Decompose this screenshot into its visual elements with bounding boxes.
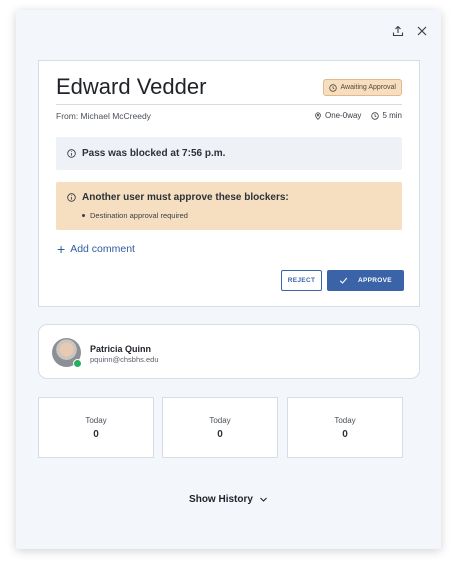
checkmark-icon (339, 277, 348, 284)
stat-card: Today 0 (162, 397, 278, 458)
clock-icon (371, 111, 380, 120)
blocker-label: Destination approval required (90, 211, 188, 220)
plus-icon: + (57, 241, 66, 257)
panel-actions (391, 24, 429, 38)
blocker-list-item: Destination approval required (82, 211, 188, 220)
share-icon[interactable] (391, 24, 405, 38)
add-comment-label: Add comment (70, 243, 135, 255)
online-status-indicator (73, 359, 82, 368)
approval-title: Another user must approve these blockers… (82, 192, 289, 203)
profile-email: pquinn@chsbhs.edu (90, 355, 159, 364)
pass-duration: 5 min (382, 111, 402, 120)
info-icon (67, 149, 76, 158)
student-name: Edward Vedder (56, 74, 207, 99)
bullet (82, 214, 85, 217)
stat-card: Today 0 (38, 397, 154, 458)
clock-icon (329, 83, 338, 92)
show-history-label: Show History (189, 494, 253, 505)
pass-detail-panel: Edward Vedder Awaiting Approval From: Mi… (16, 10, 441, 549)
stat-label: Today (209, 415, 231, 425)
from-teacher: From: Michael McCreedy (56, 111, 151, 121)
profile-name: Patricia Quinn (90, 344, 152, 354)
approve-label: APPROVE (358, 277, 392, 284)
stat-card: Today 0 (287, 397, 403, 458)
info-icon (67, 193, 76, 202)
status-badge-label: Awaiting Approval (340, 84, 396, 91)
reject-button[interactable]: REJECT (281, 270, 322, 291)
teacher-profile-card[interactable]: Patricia Quinn pquinn@chsbhs.edu (38, 324, 420, 379)
location-pin-icon (315, 111, 321, 120)
status-badge: Awaiting Approval (323, 79, 402, 96)
blocked-notice: Pass was blocked at 7:56 p.m. (56, 137, 402, 170)
avatar (52, 338, 82, 368)
approval-notice: Another user must approve these blockers… (56, 182, 402, 230)
pass-meta: One-0way 5 min (314, 111, 402, 120)
pass-route: One-0way (324, 111, 362, 120)
stat-label: Today (334, 415, 356, 425)
add-comment-button[interactable]: + Add comment (57, 241, 135, 257)
pass-card: Edward Vedder Awaiting Approval From: Mi… (38, 60, 420, 307)
divider (56, 104, 402, 105)
stat-label: Today (85, 415, 107, 425)
show-history-button[interactable]: Show History (16, 494, 441, 505)
chevron-down-icon (260, 497, 267, 502)
close-icon[interactable] (415, 24, 429, 38)
stat-value: 0 (342, 428, 348, 440)
stat-value: 0 (93, 428, 99, 440)
approve-button[interactable]: APPROVE (327, 270, 404, 291)
blocked-message: Pass was blocked at 7:56 p.m. (82, 148, 226, 159)
stat-value: 0 (217, 428, 223, 440)
